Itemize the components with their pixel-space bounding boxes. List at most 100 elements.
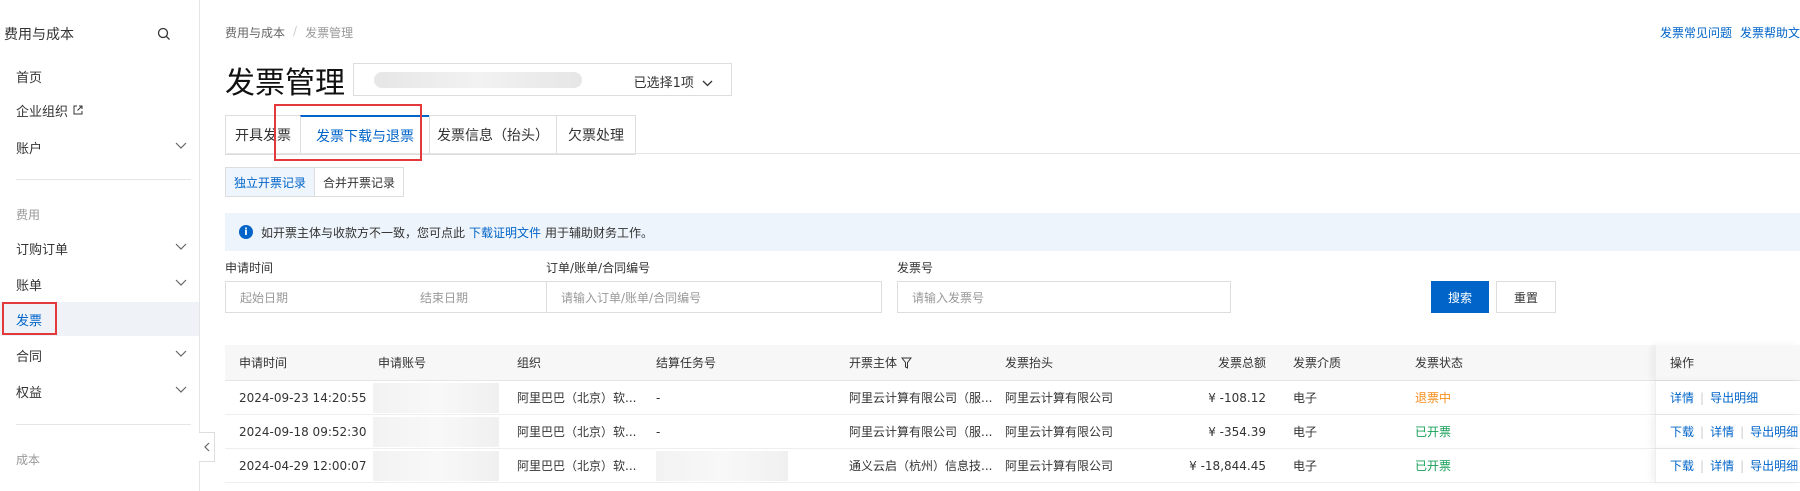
cell-amount: ¥ -354.39 bbox=[1208, 424, 1266, 439]
redacted-account bbox=[373, 383, 499, 413]
sidebar-item-label: 权益 bbox=[16, 385, 43, 401]
chevron-down-icon bbox=[702, 80, 713, 87]
sidebar-item-label: 合同 bbox=[16, 349, 43, 365]
account-select[interactable]: 已选择1项 bbox=[353, 63, 732, 96]
cell-medium: 电子 bbox=[1293, 459, 1318, 473]
redacted-account bbox=[373, 417, 499, 447]
cell-org: 阿里巴巴（北京）软... bbox=[517, 459, 637, 473]
table-row: 2024-09-23 14:20:55 阿里巴巴（北京）软... - 阿里云计算… bbox=[225, 381, 1800, 415]
sidebar-item-home[interactable]: 首页 bbox=[0, 59, 199, 93]
cell-org: 阿里巴巴（北京）软... bbox=[517, 391, 637, 405]
search-icon[interactable] bbox=[156, 26, 172, 42]
help-link-doc[interactable]: 发票帮助文 bbox=[1740, 24, 1800, 41]
table-row: 2024-04-29 12:00:07 阿里巴巴（北京）软... 通义云启（杭州… bbox=[225, 449, 1800, 483]
sidebar-item-benefits[interactable]: 权益 bbox=[0, 374, 199, 408]
invoice-number-input[interactable]: 请输入发票号 bbox=[897, 281, 1231, 313]
filter-label-order: 订单/账单/合同编号 bbox=[546, 261, 651, 275]
chevron-down-icon bbox=[175, 279, 187, 286]
detail-link[interactable]: 详情 bbox=[1670, 389, 1694, 406]
redacted-account bbox=[374, 72, 582, 88]
cell-task: - bbox=[656, 424, 661, 439]
divider bbox=[16, 179, 191, 180]
export-detail-link[interactable]: 导出明细 bbox=[1750, 423, 1798, 440]
export-detail-link[interactable]: 导出明细 bbox=[1750, 457, 1798, 474]
filter-label-time: 申请时间 bbox=[225, 261, 274, 275]
tab-download-refund[interactable]: 发票下载与退票 bbox=[300, 115, 430, 155]
cell-entity: 阿里云计算有限公司（服... bbox=[849, 391, 993, 405]
sidebar-item-bills[interactable]: 账单 bbox=[0, 267, 199, 301]
sidebar-item-label: 首页 bbox=[16, 70, 43, 86]
col-header: 组织 bbox=[517, 356, 542, 370]
col-header-entity[interactable]: 开票主体 bbox=[849, 345, 913, 380]
ops-links: 下载 | 详情 | 导出明细 bbox=[1670, 423, 1799, 440]
col-header: 申请时间 bbox=[239, 356, 288, 370]
ops-cell: 详情 | 导出明细 bbox=[1655, 381, 1800, 414]
sidebar-item-org[interactable]: 企业组织 bbox=[0, 93, 199, 127]
notice-text: 如开票主体与收款方不一致，您可点此 bbox=[261, 225, 466, 240]
notice-text: 用于辅助财务工作。 bbox=[545, 225, 654, 240]
sidebar-item-account[interactable]: 账户 bbox=[0, 130, 199, 164]
subtab-merged[interactable]: 合并开票记录 bbox=[314, 167, 405, 197]
info-notice: i 如开票主体与收款方不一致，您可点此 下载证明文件 用于辅助财务工作。 bbox=[225, 213, 1800, 251]
download-proof-link[interactable]: 下载证明文件 bbox=[469, 224, 541, 241]
redacted-account bbox=[373, 451, 499, 481]
tab-owed-invoice[interactable]: 欠票处理 bbox=[556, 115, 636, 155]
col-header: 发票抬头 bbox=[1005, 356, 1054, 370]
main-content: 费用与成本 / 发票管理 发票常见问题 发票帮助文 发票管理 已选择1项 开具发… bbox=[200, 0, 1800, 491]
section-label-fee: 费用 bbox=[16, 208, 41, 222]
status-badge: 已开票 bbox=[1415, 425, 1452, 439]
subtabs: 独立开票记录 合并开票记录 bbox=[225, 167, 405, 197]
cell-entity: 通义云启（杭州）信息技... bbox=[849, 459, 993, 473]
sidebar-item-orders[interactable]: 订购订单 bbox=[0, 231, 199, 265]
cell-time: 2024-04-29 12:00:07 bbox=[239, 458, 367, 473]
export-detail-link[interactable]: 导出明细 bbox=[1710, 389, 1758, 406]
account-select-value: 已选择1项 bbox=[634, 72, 713, 91]
breadcrumb-current: 发票管理 bbox=[305, 26, 354, 40]
chevron-down-icon bbox=[175, 386, 187, 393]
cell-medium: 电子 bbox=[1293, 425, 1318, 439]
download-link[interactable]: 下载 bbox=[1670, 423, 1694, 440]
search-button[interactable]: 搜索 bbox=[1431, 281, 1489, 313]
sidebar-item-label: 订购订单 bbox=[16, 242, 69, 258]
order-number-input[interactable]: 请输入订单/账单/合同编号 bbox=[546, 281, 882, 313]
ops-cell: 下载 | 详情 | 导出明细 bbox=[1655, 449, 1800, 482]
start-date-input[interactable]: 起始日期 bbox=[240, 289, 420, 306]
help-link-faq[interactable]: 发票常见问题 bbox=[1660, 24, 1732, 41]
ops-column-header: 操作 bbox=[1655, 345, 1800, 380]
tab-invoice-info[interactable]: 发票信息（抬头） bbox=[429, 115, 557, 155]
col-header: 发票介质 bbox=[1293, 356, 1342, 370]
info-icon: i bbox=[239, 225, 253, 239]
tabs: 开具发票 发票下载与退票 发票信息（抬头） 欠票处理 bbox=[225, 115, 636, 155]
col-header: 操作 bbox=[1670, 356, 1695, 370]
cell-header: 阿里云计算有限公司 bbox=[1005, 425, 1114, 439]
col-header: 结算任务号 bbox=[656, 356, 717, 370]
tab-issue-invoice[interactable]: 开具发票 bbox=[225, 115, 301, 155]
tabs-underline bbox=[225, 153, 1800, 154]
detail-link[interactable]: 详情 bbox=[1710, 423, 1734, 440]
cell-org: 阿里巴巴（北京）软... bbox=[517, 425, 637, 439]
col-header: 申请账号 bbox=[378, 356, 427, 370]
breadcrumb-item[interactable]: 费用与成本 bbox=[225, 24, 285, 41]
detail-link[interactable]: 详情 bbox=[1710, 457, 1734, 474]
subtab-independent[interactable]: 独立开票记录 bbox=[225, 167, 316, 197]
sidebar-item-contract[interactable]: 合同 bbox=[0, 338, 199, 372]
sidebar-item-invoice[interactable]: 发票 bbox=[0, 302, 199, 336]
filter-label-invoice-no: 发票号 bbox=[897, 261, 934, 275]
section-label-cost: 成本 bbox=[16, 453, 41, 467]
table-row: 2024-09-18 09:52:30 阿里巴巴（北京）软... - 阿里云计算… bbox=[225, 415, 1800, 449]
invoice-table: 申请时间 申请账号 组织 结算任务号 开票主体 发票抬头 发票总额 发票介质 发… bbox=[225, 345, 1800, 483]
table-header: 申请时间 申请账号 组织 结算任务号 开票主体 发票抬头 发票总额 发票介质 发… bbox=[225, 345, 1800, 381]
breadcrumb: 费用与成本 / 发票管理 bbox=[225, 24, 353, 41]
page-title: 发票管理 bbox=[225, 66, 345, 101]
sidebar-title: 费用与成本 bbox=[4, 27, 74, 43]
ops-links: 下载 | 详情 | 导出明细 bbox=[1670, 457, 1799, 474]
cell-header: 阿里云计算有限公司 bbox=[1005, 391, 1114, 405]
sidebar-item-label: 账户 bbox=[16, 141, 43, 157]
filter-icon[interactable] bbox=[901, 357, 913, 369]
sidebar: 费用与成本 首页 企业组织 账户 费用 订购订单 账单 发票 合同 权益 成本 bbox=[0, 0, 200, 491]
chevron-down-icon bbox=[175, 142, 187, 149]
reset-button[interactable]: 重置 bbox=[1496, 281, 1556, 313]
download-link[interactable]: 下载 bbox=[1670, 457, 1694, 474]
status-badge: 已开票 bbox=[1415, 459, 1452, 473]
col-header: 发票总额 bbox=[1217, 356, 1266, 370]
